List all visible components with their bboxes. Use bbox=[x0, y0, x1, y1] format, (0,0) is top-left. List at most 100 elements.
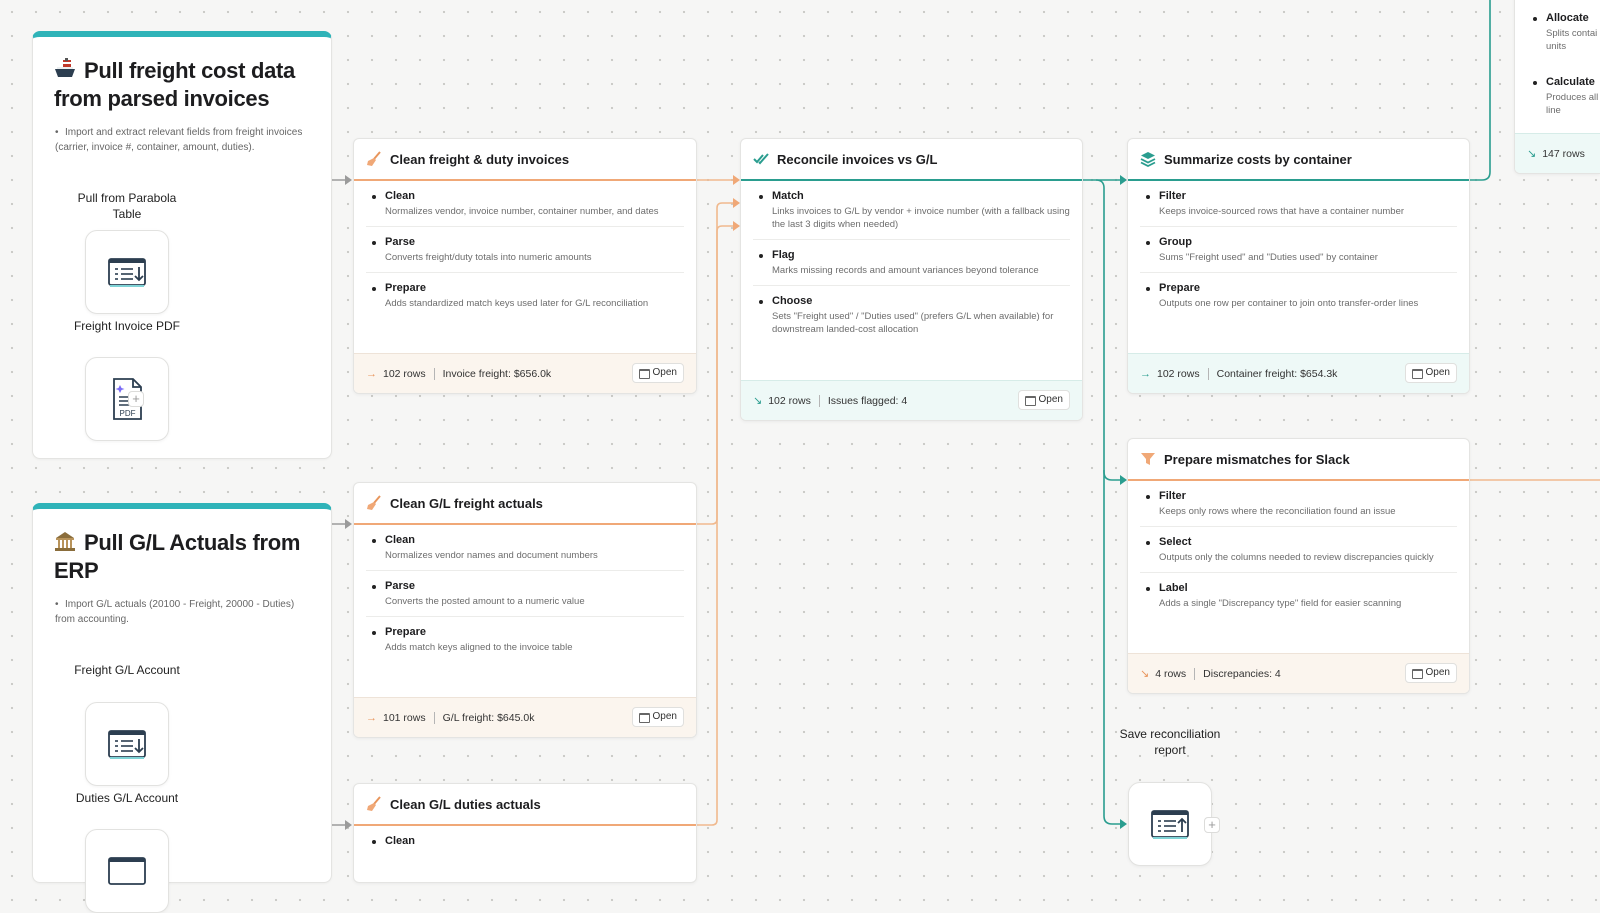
metric: G/L freight: $645.0k bbox=[442, 711, 535, 724]
card-footer: → 101 rows G/L freight: $645.0k Open bbox=[354, 697, 696, 737]
open-window-icon bbox=[1024, 396, 1036, 406]
source-title: Pull G/L Actuals from ERP bbox=[54, 530, 301, 583]
card-items: Clean bbox=[354, 826, 696, 856]
card-header: Clean freight & duty invoices bbox=[354, 139, 696, 181]
metric: Discrepancies: 4 bbox=[1203, 667, 1281, 680]
list-item: Parse Converts the posted amount to a num… bbox=[366, 571, 684, 617]
card-footer: → 102 rows Invoice freight: $656.0k Open bbox=[354, 353, 696, 393]
list-item: Clean Normalizes vendor, invoice number, … bbox=[366, 181, 684, 227]
card-items: Clean Normalizes vendor names and documen… bbox=[354, 525, 696, 662]
arrow-right-icon: → bbox=[366, 711, 377, 724]
divider bbox=[433, 367, 435, 380]
list-item: Label Adds a single "Discrepancy type" fi… bbox=[1140, 573, 1457, 618]
row-count: 101 rows bbox=[383, 711, 426, 724]
broom-icon bbox=[367, 151, 381, 166]
source-description: • Import G/L actuals (20100 - Freight, 20… bbox=[55, 599, 295, 625]
source-panel-gl-actuals[interactable]: Pull G/L Actuals from ERP • Import G/L ac… bbox=[32, 503, 332, 913]
divider bbox=[1194, 667, 1196, 680]
open-window-icon bbox=[1411, 669, 1423, 679]
card-header: Summarize costs by container bbox=[1128, 139, 1469, 181]
arrow-right-icon: → bbox=[366, 367, 377, 380]
list-item: Filter Keeps invoice-sourced rows that ha… bbox=[1140, 181, 1457, 227]
bank-icon bbox=[55, 532, 75, 551]
card-footer: ↘ 147 rows bbox=[1515, 133, 1600, 173]
table-import-icon bbox=[108, 258, 146, 287]
pdf-label: PDF bbox=[120, 409, 136, 418]
table-export-icon bbox=[1151, 810, 1189, 839]
arrow-down-right-icon: ↘ bbox=[1527, 148, 1537, 160]
arrow-down-right-icon: ↘ bbox=[753, 395, 763, 407]
card-header: Prepare mismatches for Slack bbox=[1128, 439, 1469, 481]
metric: Container freight: $654.3k bbox=[1216, 367, 1338, 380]
step-card-summarize[interactable]: Summarize costs by container Filter Keeps… bbox=[1127, 138, 1470, 394]
row-count: 147 rows bbox=[1542, 147, 1585, 160]
arrow-down-right-icon: ↘ bbox=[1140, 668, 1150, 680]
open-window-icon bbox=[1411, 369, 1423, 379]
step-card-clean-gl-freight[interactable]: Clean G/L freight actuals Clean Normalize… bbox=[353, 482, 697, 738]
list-item: Clean bbox=[366, 826, 684, 856]
open-button[interactable]: Open bbox=[631, 707, 684, 727]
divider bbox=[433, 711, 435, 724]
freight-gl-tile[interactable] bbox=[85, 702, 169, 786]
open-button[interactable]: Open bbox=[1404, 363, 1457, 383]
list-item: Calculate Produces all line bbox=[1527, 67, 1598, 125]
step-card-allocate[interactable]: Allocate Splits contai units Calculate Pro… bbox=[1514, 0, 1600, 174]
card-items: Filter Keeps invoice-sourced rows that ha… bbox=[1128, 181, 1469, 318]
list-item: Flag Marks missing records and amount var… bbox=[753, 240, 1070, 286]
open-button[interactable]: Open bbox=[631, 363, 684, 383]
save-report-tile[interactable] bbox=[1128, 782, 1212, 866]
row-count: 102 rows bbox=[768, 394, 811, 407]
double-check-icon bbox=[753, 153, 769, 165]
source-panel-freight-invoices[interactable]: Pull freight cost data from parsed invoi… bbox=[32, 31, 332, 459]
open-window-icon bbox=[638, 713, 650, 723]
step-card-reconcile[interactable]: Reconcile invoices vs G/L Match Links inv… bbox=[740, 138, 1083, 421]
parabola-table-tile[interactable] bbox=[85, 230, 169, 314]
source-label-freight-gl: Freight G/L Account bbox=[74, 663, 180, 677]
source-label-duties-gl: Duties G/L Account bbox=[75, 791, 179, 805]
row-count: 102 rows bbox=[1157, 367, 1200, 380]
funnel-icon bbox=[1141, 453, 1155, 465]
row-count: 4 rows bbox=[1155, 667, 1187, 680]
list-item: Prepare Outputs one row per container to … bbox=[1140, 273, 1457, 318]
source-description: • Import and extract relevant fields from… bbox=[55, 127, 303, 153]
list-item: Prepare Adds match keys aligned to the in… bbox=[366, 617, 684, 662]
arrow-right-icon: → bbox=[1140, 367, 1151, 380]
list-item: Choose Sets "Freight used" / "Duties used… bbox=[753, 286, 1070, 344]
ship-icon bbox=[55, 58, 75, 77]
table-import-icon bbox=[108, 730, 146, 759]
table-import-icon bbox=[108, 857, 146, 885]
step-card-mismatches[interactable]: Prepare mismatches for Slack Filter Keeps… bbox=[1127, 438, 1470, 694]
row-count: 102 rows bbox=[383, 367, 426, 380]
card-items: Match Links invoices to G/L by vendor + i… bbox=[741, 181, 1082, 344]
freight-invoice-pdf-tile[interactable]: PDF bbox=[85, 357, 169, 441]
divider bbox=[1207, 367, 1209, 380]
broom-icon bbox=[367, 495, 381, 510]
duties-gl-tile[interactable] bbox=[85, 829, 169, 913]
divider bbox=[818, 394, 820, 407]
metric: Invoice freight: $656.0k bbox=[442, 367, 552, 380]
source-title: Pull freight cost data from parsed invoi… bbox=[54, 58, 295, 111]
step-card-clean-gl-duties[interactable]: Clean G/L duties actuals Clean bbox=[353, 783, 697, 883]
metric: Issues flagged: 4 bbox=[827, 394, 908, 407]
add-export-button[interactable]: + bbox=[1204, 817, 1220, 833]
export-label: Save reconciliation report bbox=[1119, 727, 1221, 757]
step-card-clean-invoices[interactable]: Clean freight & duty invoices Clean Norma… bbox=[353, 138, 697, 394]
list-item: Group Sums "Freight used" and "Duties use… bbox=[1140, 227, 1457, 273]
card-items: Allocate Splits contai units Calculate Pro… bbox=[1515, 0, 1600, 125]
list-item: Clean Normalizes vendor names and documen… bbox=[366, 525, 684, 571]
list-item: Match Links invoices to G/L by vendor + i… bbox=[753, 181, 1070, 240]
add-source-button[interactable]: + bbox=[128, 391, 144, 407]
list-item: Prepare Adds standardized match keys used… bbox=[366, 273, 684, 318]
source-label-freight-invoice-pdf: Freight Invoice PDF bbox=[73, 319, 181, 333]
source-label-parabola-table: Pull from Parabola Table bbox=[77, 191, 177, 221]
broom-icon bbox=[367, 796, 381, 811]
card-header: Reconcile invoices vs G/L bbox=[741, 139, 1082, 181]
card-items: Filter Keeps only rows where the reconcil… bbox=[1128, 481, 1469, 618]
list-item: Parse Converts freight/duty totals into n… bbox=[366, 227, 684, 273]
list-item: Allocate Splits contai units bbox=[1527, 3, 1597, 67]
list-item: Filter Keeps only rows where the reconcil… bbox=[1140, 481, 1457, 527]
open-window-icon bbox=[638, 369, 650, 379]
open-button[interactable]: Open bbox=[1404, 663, 1457, 683]
card-footer: → 102 rows Container freight: $654.3k Op… bbox=[1128, 353, 1469, 393]
open-button[interactable]: Open bbox=[1017, 390, 1070, 410]
